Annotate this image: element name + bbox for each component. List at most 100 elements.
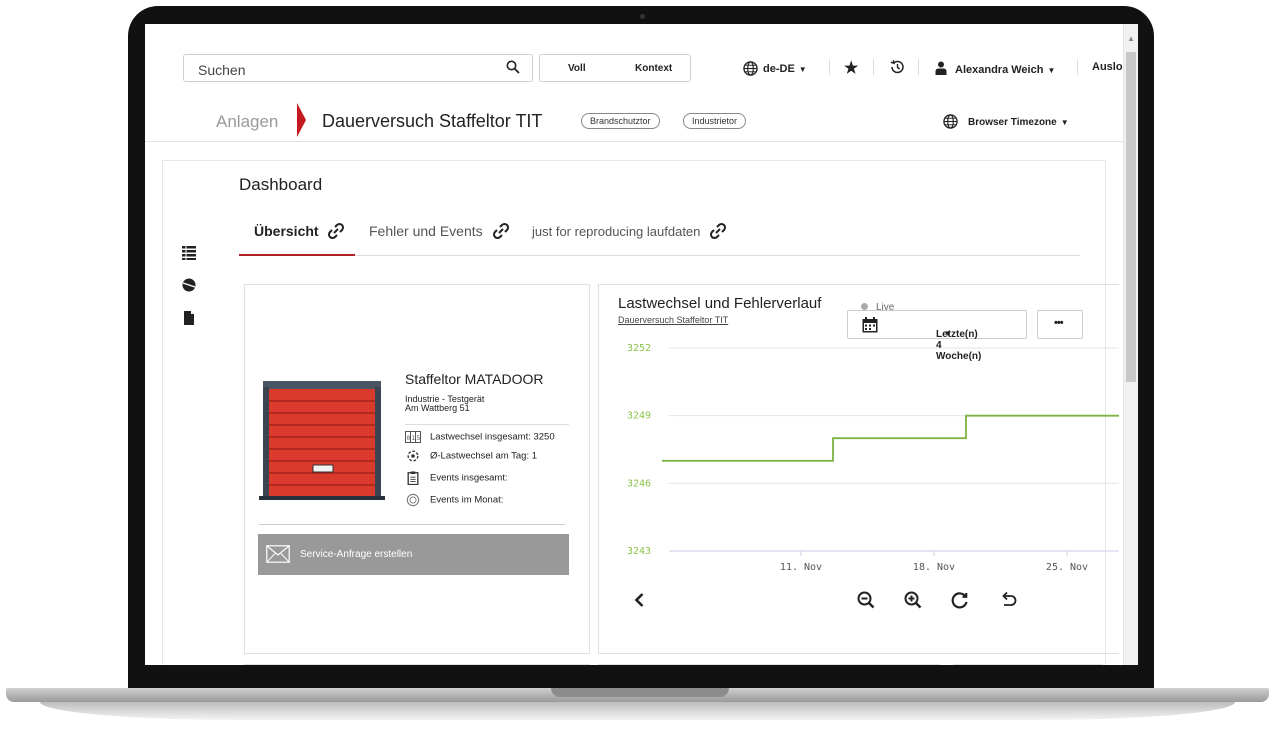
- series-line[interactable]: [662, 414, 1119, 462]
- favorites-star-icon[interactable]: ★: [844, 58, 858, 78]
- chart-title: Lastwechsel und Fehlerverlauf: [618, 295, 822, 312]
- laptop-camera: [640, 14, 645, 19]
- time-range-dropdown[interactable]: Letzte(n) 4 Woche(n) ▼: [847, 310, 1027, 362]
- device-divider: [405, 424, 569, 425]
- stat-label: Events insgesamt:: [430, 472, 508, 484]
- cycle-gear-icon: [407, 450, 419, 462]
- chart-pie-icon[interactable]: [182, 278, 196, 292]
- document-icon[interactable]: [182, 311, 196, 325]
- tab-fehler-und-events[interactable]: Fehler und Events: [369, 221, 511, 241]
- stat-label: Lastwechsel insgesamt: 3250: [430, 431, 555, 443]
- page-scrollbar[interactable]: ▲: [1123, 24, 1138, 665]
- calendar-badge-icon: [406, 493, 420, 507]
- stat-label: Events im Monat:: [430, 494, 504, 506]
- y-tick-label: 3246: [627, 478, 651, 489]
- stat-lastwechsel-total: 0 1 5 Lastwechsel insgesamt: 3250: [405, 430, 555, 444]
- mode-context-button[interactable]: Kontext: [635, 63, 672, 74]
- user-name: Alexandra Weich: [955, 64, 1044, 76]
- link-icon[interactable]: [491, 221, 511, 241]
- stat-events-month: Events im Monat:: [405, 493, 503, 507]
- tab-just-for-reproducing-laufdaten[interactable]: just for reproducing laufdaten: [532, 221, 728, 241]
- y-tick-label: 3243: [627, 546, 651, 557]
- tag-badge: Brandschutztor: [581, 113, 660, 129]
- divider: [1077, 59, 1078, 75]
- service-request-label: Service-Anfrage erstellen: [300, 549, 413, 560]
- next-card-top: [953, 664, 1103, 665]
- zoom-in-icon[interactable]: [903, 590, 923, 610]
- user-menu[interactable]: Alexandra Weich ▼: [935, 61, 1055, 76]
- divider: [873, 59, 874, 75]
- search-icon[interactable]: [506, 60, 520, 74]
- chevron-left-icon[interactable]: [630, 590, 650, 610]
- language-label: de-DE: [763, 63, 795, 75]
- user-icon: [935, 61, 947, 75]
- language-selector[interactable]: de-DE ▼: [743, 61, 807, 76]
- chevron-down-icon: ▼: [1060, 118, 1069, 127]
- dashboard-title: Dashboard: [239, 175, 323, 194]
- timezone-selector[interactable]: Browser Timezone ▼: [943, 114, 1069, 129]
- chart-subtitle-link[interactable]: Dauerversuch Staffeltor TIT: [618, 315, 728, 325]
- zoom-out-icon[interactable]: [856, 590, 876, 610]
- calendar-icon: [862, 317, 878, 333]
- y-tick-label: 3249: [627, 411, 651, 422]
- mode-full-button[interactable]: Voll: [568, 63, 586, 74]
- header-divider: [145, 141, 1124, 142]
- more-dots-icon: •••: [1054, 317, 1064, 329]
- breadcrumb-separator-icon: [297, 103, 306, 137]
- tab-label: just for reproducing laufdaten: [532, 224, 701, 239]
- search-placeholder: Suchen: [198, 62, 246, 78]
- y-tick-label: 3252: [627, 343, 651, 354]
- scrollbar-thumb[interactable]: [1126, 52, 1136, 382]
- counter-icon: 0 1 5: [405, 431, 421, 443]
- chevron-down-icon: ▼: [798, 65, 807, 74]
- chevron-down-icon: ▼: [1047, 66, 1056, 75]
- breadcrumb-root-link[interactable]: Anlagen: [216, 112, 278, 132]
- logout-link[interactable]: Auslo: [1092, 61, 1123, 73]
- tag-badge: Industrietor: [683, 113, 747, 129]
- undo-icon[interactable]: [999, 590, 1019, 610]
- svg-text:1: 1: [412, 435, 416, 442]
- x-tick-label: 11. Nov: [780, 562, 822, 573]
- service-request-button[interactable]: Service-Anfrage erstellen: [258, 534, 569, 575]
- globe-icon: [943, 114, 958, 129]
- tabs-divider: [239, 255, 1080, 256]
- link-icon[interactable]: [708, 221, 728, 241]
- card-divider: [259, 524, 565, 525]
- view-mode-toggle[interactable]: Voll Kontext: [539, 54, 691, 82]
- rolling-door-image: [259, 381, 385, 500]
- clipboard-icon: [407, 471, 419, 485]
- search-input[interactable]: Suchen: [183, 54, 533, 82]
- chart-more-button[interactable]: •••: [1037, 310, 1083, 339]
- svg-text:5: 5: [417, 435, 421, 442]
- x-tick-label: 25. Nov: [1046, 562, 1088, 573]
- stat-lastwechsel-per-day: Ø-Lastwechsel am Tag: 1: [405, 449, 537, 463]
- browser-screen: Suchen Voll Kontext de-DE ▼ ★ Alexandra W…: [145, 24, 1138, 665]
- stat-events-total: Events insgesamt:: [405, 471, 508, 485]
- svg-text:0: 0: [407, 435, 411, 442]
- timezone-label: Browser Timezone: [968, 117, 1057, 128]
- chevron-down-icon: ▼: [944, 329, 952, 338]
- refresh-icon[interactable]: [950, 590, 970, 610]
- tab-label: Fehler und Events: [369, 223, 483, 239]
- envelope-icon: [266, 545, 290, 563]
- divider: [829, 59, 830, 75]
- history-icon[interactable]: [889, 59, 905, 75]
- device-name: Staffeltor MATADOOR: [405, 371, 544, 387]
- device-address: Am Wattberg 51: [405, 403, 470, 413]
- tab-label: Übersicht: [254, 223, 319, 239]
- chart-card: 3243 3246 3249 3252 11. Nov 18. Nov 25. Nov La…: [598, 284, 1119, 654]
- divider: [918, 59, 919, 75]
- globe-icon: [743, 61, 758, 76]
- laptop-notch: [551, 688, 729, 697]
- tab-uebersicht[interactable]: Übersicht: [254, 221, 346, 241]
- live-status-dot: [861, 303, 868, 310]
- stat-label: Ø-Lastwechsel am Tag: 1: [430, 450, 538, 462]
- link-icon[interactable]: [326, 221, 346, 241]
- next-card-top: [244, 664, 590, 665]
- list-icon[interactable]: [182, 246, 196, 260]
- x-tick-label: 18. Nov: [913, 562, 955, 573]
- page-title: Dauerversuch Staffeltor TIT: [322, 111, 543, 131]
- active-tab-indicator: [239, 254, 355, 256]
- device-card: Staffeltor MATADOOR Industrie - Testgerä…: [244, 284, 590, 654]
- scroll-up-icon[interactable]: ▲: [1127, 34, 1135, 43]
